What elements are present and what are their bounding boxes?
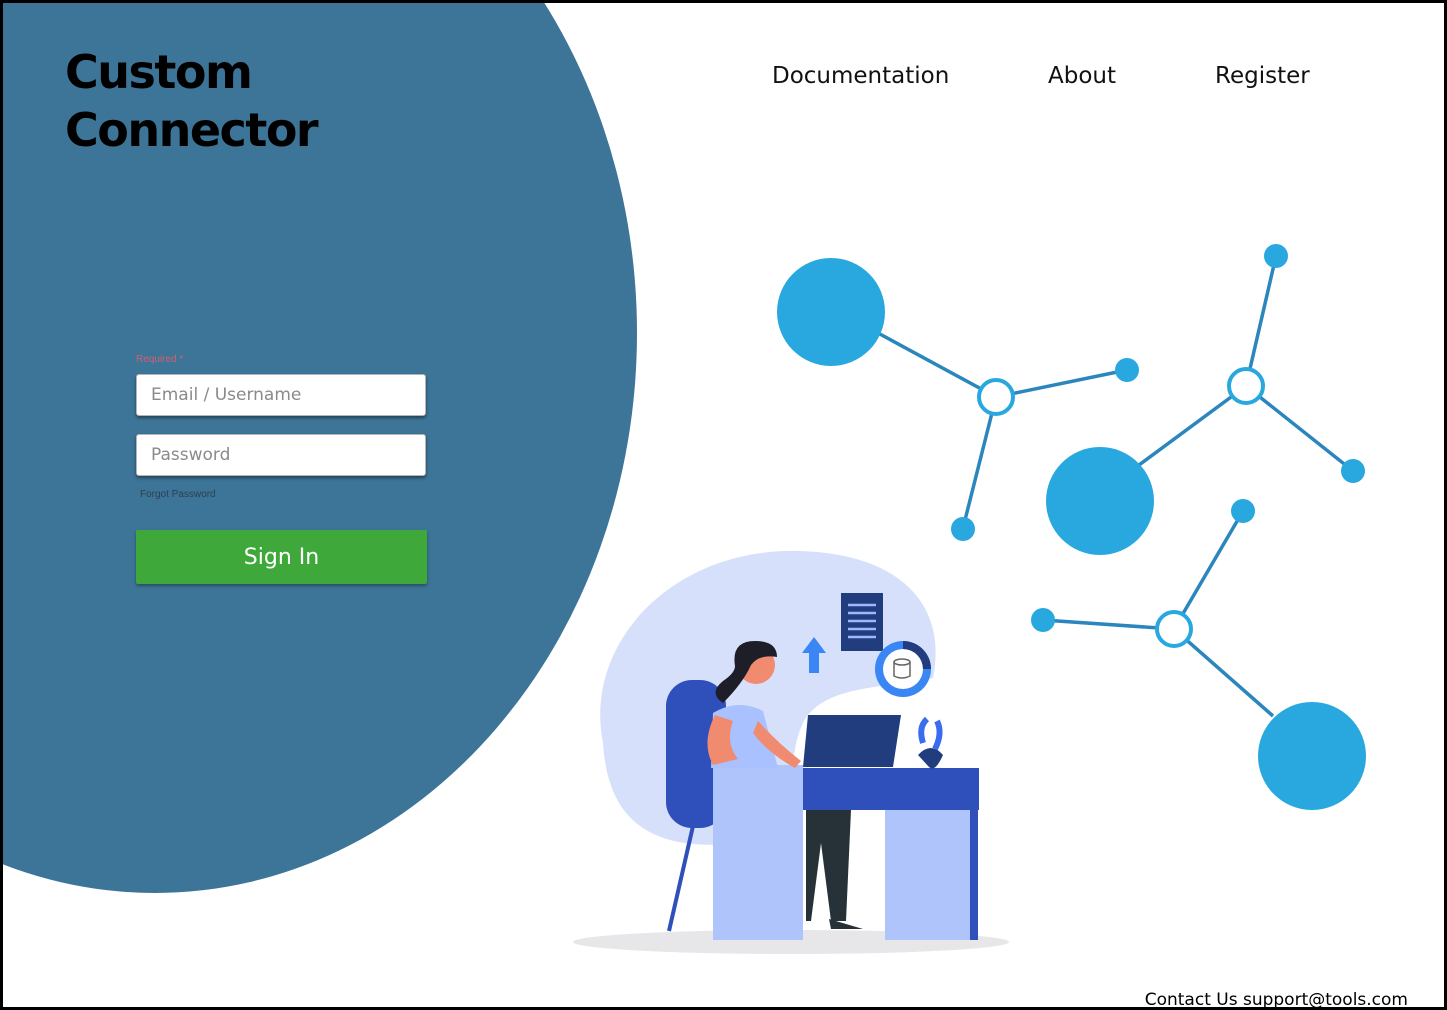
- nav-link-documentation[interactable]: Documentation: [772, 63, 949, 89]
- footer-contact: Contact Us support@tools.com: [1144, 990, 1408, 1010]
- woman-at-desk-illustration: [573, 550, 1009, 954]
- brand-title-line-1: Custom: [65, 45, 253, 99]
- brand-title-line-2: Connector: [65, 103, 319, 157]
- brand-title: Custom Connector: [65, 43, 319, 159]
- nav-link-about[interactable]: About: [1048, 63, 1116, 89]
- password-input[interactable]: [136, 434, 426, 476]
- sign-in-button[interactable]: Sign In: [136, 530, 427, 584]
- required-label: Required *: [136, 354, 184, 365]
- forgot-password-link[interactable]: Forgot Password: [140, 489, 216, 500]
- page-frame: Custom Connector Documentation About Reg…: [0, 0, 1447, 1010]
- email-username-input[interactable]: [136, 374, 426, 416]
- nav-link-register[interactable]: Register: [1215, 63, 1310, 89]
